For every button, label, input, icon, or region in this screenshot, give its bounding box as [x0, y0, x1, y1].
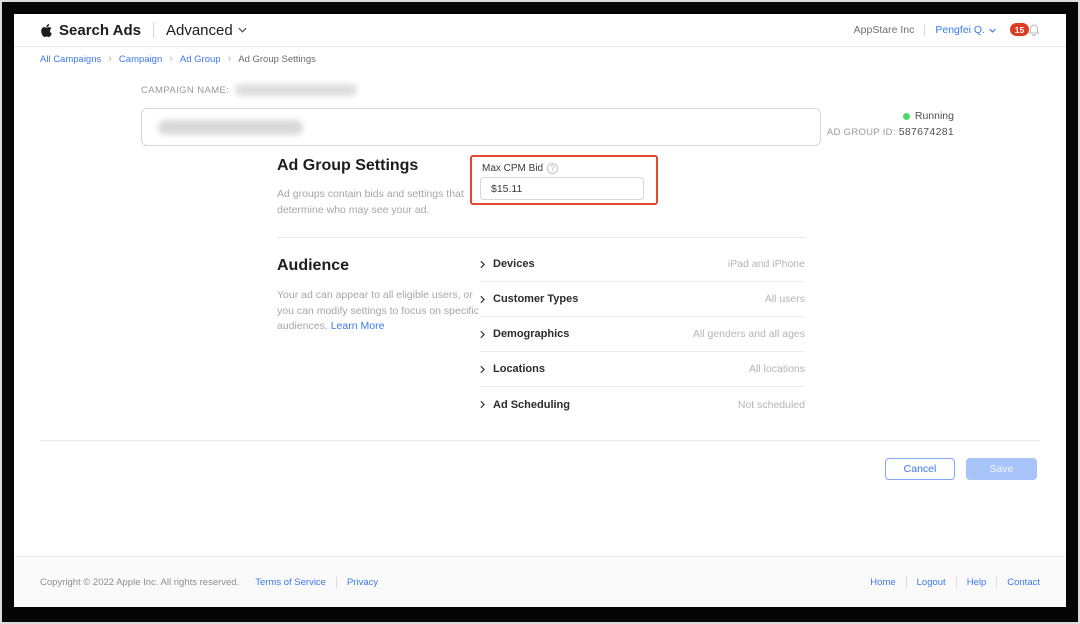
row-label: Demographics: [493, 328, 569, 340]
copyright-text: Copyright © 2022 Apple Inc. All rights r…: [40, 577, 239, 588]
row-label: Devices: [493, 258, 535, 270]
breadcrumb-ad-group[interactable]: Ad Group: [180, 54, 221, 65]
brand-logo[interactable]: Search Ads: [40, 22, 141, 39]
terms-of-service-link[interactable]: Terms of Service: [255, 577, 326, 588]
campaign-name-row: CAMPAIGN NAME:: [141, 84, 357, 96]
header-divider: [924, 25, 925, 36]
row-value: iPad and iPhone: [728, 258, 805, 270]
screenshot-frame: Search Ads Advanced AppStare Inc Pengfei…: [0, 0, 1080, 624]
chevron-right-icon: [480, 400, 485, 409]
bell-icon: [1028, 23, 1040, 42]
top-navigation-bar: Search Ads Advanced AppStare Inc Pengfei…: [14, 14, 1066, 47]
row-value: All users: [765, 293, 805, 305]
ad-group-id-value: 587674281: [899, 126, 954, 138]
audience-section-description: Your ad can appear to all eligible users…: [277, 288, 485, 335]
chevron-down-icon: [238, 27, 247, 33]
ad-group-id-label: AD GROUP ID:: [827, 127, 896, 138]
chevron-right-icon: [480, 365, 485, 374]
app-window: Search Ads Advanced AppStare Inc Pengfei…: [14, 14, 1066, 607]
campaign-name-label: CAMPAIGN NAME:: [141, 85, 229, 96]
user-menu-button[interactable]: Pengfei Q.: [935, 24, 996, 36]
user-name: Pengfei Q.: [935, 24, 985, 36]
campaign-name-redacted: [235, 84, 357, 96]
section-divider: [277, 237, 805, 238]
help-icon[interactable]: [547, 163, 558, 174]
footer-divider: [336, 577, 337, 588]
footer-divider: [906, 577, 907, 588]
row-label: Locations: [493, 363, 545, 375]
status-dot-icon: [903, 113, 910, 120]
header-divider: [153, 22, 154, 38]
footer-divider: [996, 577, 997, 588]
audience-row-customer-types[interactable]: Customer Types All users: [480, 282, 805, 317]
max-cpm-label: Max CPM Bid: [482, 163, 543, 174]
settings-section-title: Ad Group Settings: [277, 157, 472, 175]
action-buttons: Cancel Save: [885, 458, 1037, 480]
learn-more-link[interactable]: Learn More: [331, 320, 385, 332]
settings-section-description: Ad groups contain bids and settings that…: [277, 187, 472, 218]
breadcrumb-campaign[interactable]: Campaign: [119, 54, 162, 65]
notification-badge: 15: [1010, 23, 1029, 36]
audience-section-title: Audience: [277, 257, 485, 275]
row-value: Not scheduled: [738, 399, 805, 411]
max-cpm-input[interactable]: [480, 177, 644, 200]
row-label: Ad Scheduling: [493, 399, 570, 411]
advanced-menu-button[interactable]: Advanced: [166, 22, 247, 39]
chevron-right-icon: [169, 53, 173, 65]
settings-section-intro: Ad Group Settings Ad groups contain bids…: [277, 157, 472, 218]
max-cpm-highlight-box: Max CPM Bid: [470, 155, 658, 205]
audience-row-ad-scheduling[interactable]: Ad Scheduling Not scheduled: [480, 387, 805, 422]
help-link[interactable]: Help: [967, 577, 987, 588]
home-link[interactable]: Home: [870, 577, 895, 588]
row-value: All genders and all ages: [693, 328, 805, 340]
chevron-right-icon: [108, 53, 112, 65]
cancel-button[interactable]: Cancel: [885, 458, 955, 480]
chevron-right-icon: [480, 330, 485, 339]
audience-row-devices[interactable]: Devices iPad and iPhone: [480, 247, 805, 282]
advanced-label: Advanced: [166, 22, 233, 39]
contact-link[interactable]: Contact: [1007, 577, 1040, 588]
org-name: AppStare Inc: [854, 24, 915, 36]
ad-group-name-redacted: [158, 120, 303, 135]
save-button[interactable]: Save: [966, 458, 1037, 480]
footer: Copyright © 2022 Apple Inc. All rights r…: [14, 556, 1066, 607]
chevron-right-icon: [228, 53, 232, 65]
notifications-button[interactable]: 15: [1010, 22, 1040, 38]
status-block: Running AD GROUP ID: 587674281: [754, 110, 954, 138]
chevron-right-icon: [480, 260, 485, 269]
audience-settings-list: Devices iPad and iPhone Customer Types A…: [480, 247, 805, 422]
breadcrumb-all-campaigns[interactable]: All Campaigns: [40, 54, 101, 65]
row-value: All locations: [749, 363, 805, 375]
actions-divider: [40, 440, 1040, 441]
breadcrumb: All Campaigns Campaign Ad Group Ad Group…: [40, 53, 316, 65]
status-label: Running: [915, 110, 954, 122]
logout-link[interactable]: Logout: [917, 577, 946, 588]
audience-section-intro: Audience Your ad can appear to all eligi…: [277, 257, 485, 335]
audience-row-locations[interactable]: Locations All locations: [480, 352, 805, 387]
footer-divider: [956, 577, 957, 588]
audience-row-demographics[interactable]: Demographics All genders and all ages: [480, 317, 805, 352]
breadcrumb-current: Ad Group Settings: [238, 54, 316, 65]
apple-logo-icon: [40, 23, 53, 38]
chevron-down-icon: [989, 28, 996, 33]
privacy-link[interactable]: Privacy: [347, 577, 378, 588]
ad-group-name-input[interactable]: [141, 108, 821, 146]
brand-label: Search Ads: [59, 22, 141, 39]
row-label: Customer Types: [493, 293, 578, 305]
chevron-right-icon: [480, 295, 485, 304]
